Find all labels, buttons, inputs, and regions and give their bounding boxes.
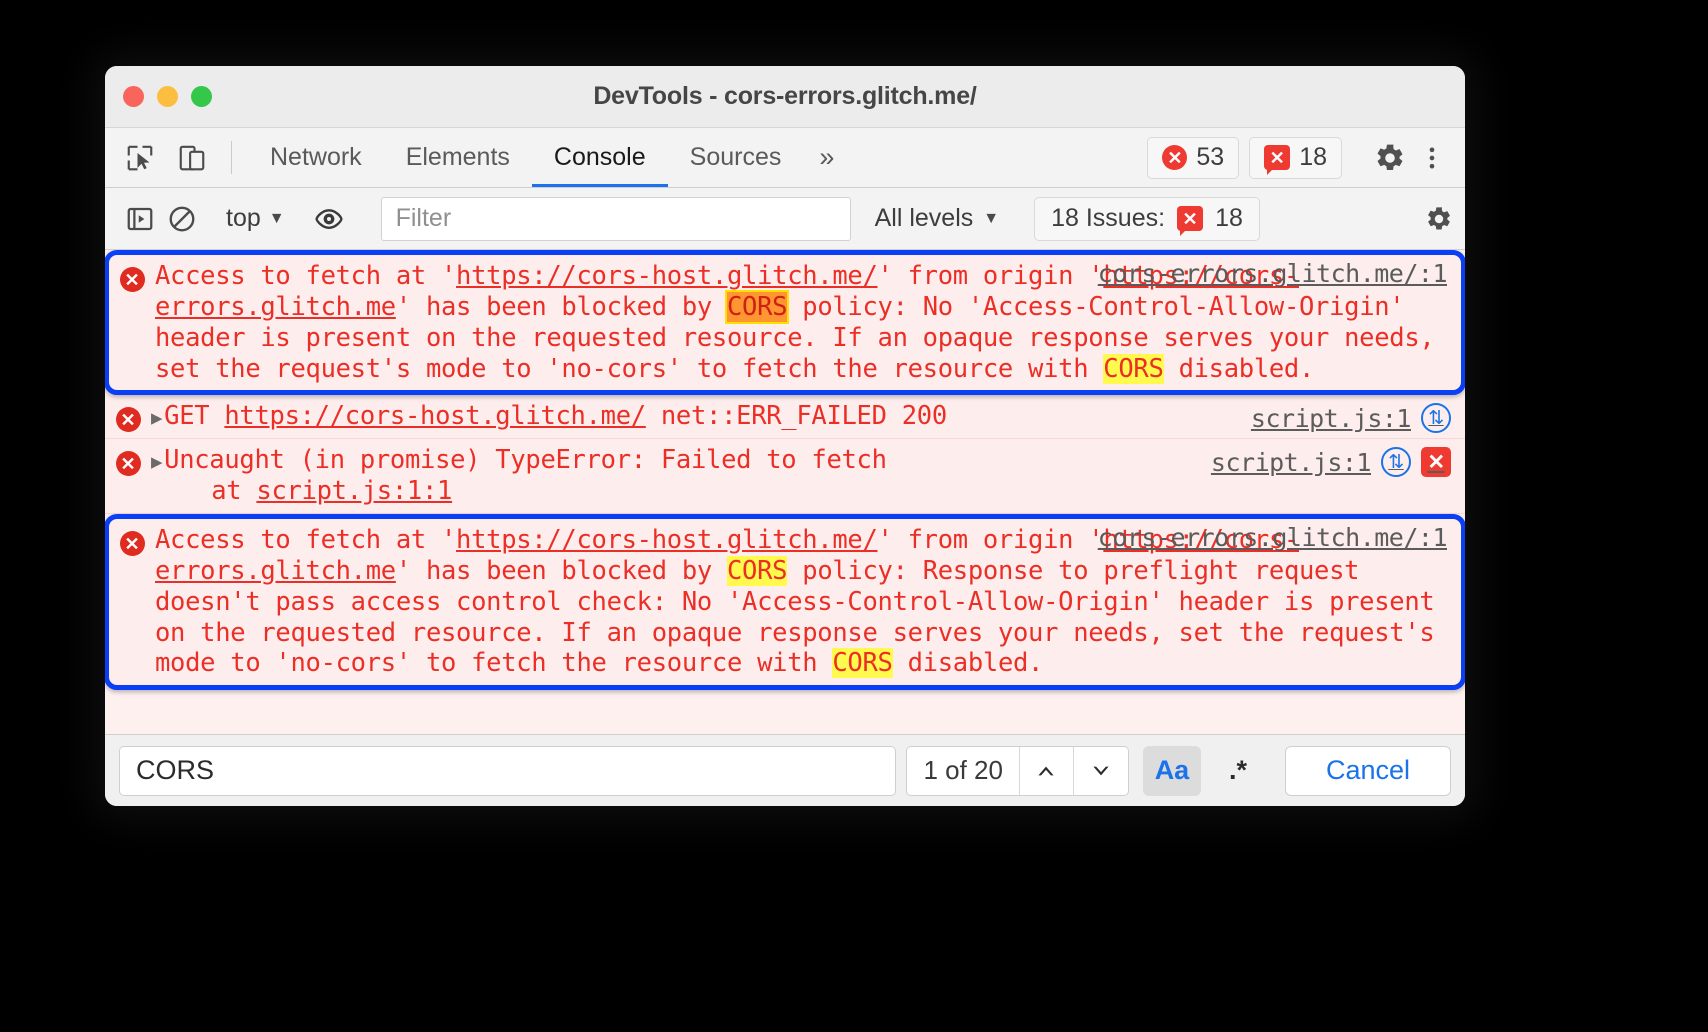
device-toolbar-icon[interactable] [171, 137, 213, 179]
message-text-segment: ' from origin ' [877, 525, 1104, 556]
message-text-segment: ' has been blocked by [395, 555, 727, 586]
console-search-bar: CORS 1 of 20 Aa .* Cancel [105, 734, 1465, 806]
screenshot-root: DevTools - cors-errors.glitch.me/ Networ… [0, 0, 1708, 1032]
search-input[interactable]: CORS [119, 745, 897, 796]
search-prev-button[interactable] [1020, 746, 1074, 795]
issues-count-badge[interactable]: ✕ 18 [1249, 136, 1342, 179]
clear-console-icon[interactable] [161, 198, 203, 240]
log-levels-label: All levels [874, 204, 974, 232]
traffic-lights [123, 86, 212, 107]
kebab-menu-icon[interactable] [1411, 137, 1453, 179]
tabbar-divider [231, 141, 232, 174]
console-message[interactable]: ✕ ▶GET https://cors-host.glitch.me/ net::… [105, 395, 1465, 440]
console-message-list[interactable]: ✕ Access to fetch at 'https://cors-host.g… [105, 250, 1465, 734]
console-message[interactable]: ✕ ▶Uncaught (in promise) TypeError: Faile… [105, 439, 1465, 515]
window-title: DevTools - cors-errors.glitch.me/ [593, 82, 977, 110]
panel-tabs: Network Elements Console Sources » [248, 128, 850, 187]
tabbar-tool-icons [119, 128, 223, 187]
issues-summary-label: 18 Issues: [1051, 204, 1166, 232]
console-toolbar: top ▼ Filter All levels ▼ 18 Issues: ✕ 1… [105, 188, 1465, 250]
message-source-location: script.js:1 ⇅ ✕ [1211, 447, 1451, 478]
chevron-down-icon: ▼ [983, 209, 1000, 227]
network-request-icon[interactable]: ⇅ [1381, 447, 1411, 478]
message-text-segment: Access to fetch at ' [155, 525, 457, 556]
tab-sources[interactable]: Sources [668, 128, 804, 187]
tabbar-right-group: ✕ 53 ✕ 18 [1147, 128, 1465, 187]
minimize-window-button[interactable] [157, 86, 178, 107]
execution-context-label: top [226, 204, 261, 232]
match-case-toggle[interactable]: Aa [1142, 745, 1201, 796]
devtools-window: DevTools - cors-errors.glitch.me/ Networ… [105, 66, 1465, 806]
issues-summary-count: 18 [1215, 204, 1243, 232]
tab-network[interactable]: Network [248, 128, 384, 187]
search-match-highlight: CORS [727, 555, 788, 586]
error-circle-icon: ✕ [1162, 145, 1188, 170]
error-icon: ✕ [105, 401, 151, 433]
filter-input[interactable]: Filter [380, 196, 851, 241]
console-message[interactable]: ✕ Access to fetch at 'https://cors-host.g… [105, 514, 1465, 691]
issue-square-icon: ✕ [1264, 145, 1291, 175]
regex-toggle[interactable]: .* [1209, 746, 1267, 796]
message-url-link[interactable]: https://cors-host.glitch.me/ [456, 261, 878, 291]
execution-context-selector[interactable]: top ▼ [220, 204, 291, 233]
source-link[interactable]: cors-errors.glitch.me/:1 [1098, 259, 1448, 288]
message-text-segment: ' has been blocked by [395, 291, 727, 322]
message-text-segment: disabled. [1163, 353, 1315, 384]
issues-summary-button[interactable]: 18 Issues: ✕ 18 [1034, 196, 1260, 241]
devtools-tabbar: Network Elements Console Sources » ✕ 53 … [105, 128, 1465, 188]
message-url-link[interactable]: script.js:1:1 [256, 476, 452, 506]
source-link[interactable]: script.js:1 [1211, 448, 1372, 477]
chevron-down-icon: ▼ [268, 209, 285, 227]
show-console-sidebar-icon[interactable] [119, 198, 161, 240]
message-text-segment: ' from origin ' [877, 261, 1104, 291]
tab-elements[interactable]: Elements [384, 128, 532, 187]
error-count-badge[interactable]: ✕ 53 [1147, 136, 1240, 179]
log-levels-selector[interactable]: All levels ▼ [865, 204, 1010, 233]
console-message[interactable]: ✕ Access to fetch at 'https://cors-host.g… [105, 250, 1465, 396]
error-count-label: 53 [1196, 143, 1225, 171]
search-match-controls: 1 of 20 [906, 745, 1129, 796]
search-match-highlight: CORS [832, 648, 893, 679]
issues-count-label: 18 [1299, 143, 1327, 171]
source-link[interactable]: script.js:1 [1251, 404, 1412, 433]
message-source-location: cors-errors.glitch.me/:1 [1098, 259, 1448, 288]
message-text-segment: Access to fetch at ' [155, 261, 457, 291]
search-next-button[interactable] [1074, 747, 1128, 795]
message-url-link[interactable]: https://cors-host.glitch.me/ [456, 525, 878, 555]
message-url-link[interactable]: https://cors-host.glitch.me/ [224, 401, 646, 431]
network-request-icon[interactable]: ⇅ [1421, 403, 1451, 434]
message-text-segment: disabled. [892, 648, 1044, 679]
cursor-select-icon[interactable] [119, 137, 161, 179]
issue-icon[interactable]: ✕ [1421, 447, 1451, 478]
search-match-highlight: CORS [1103, 353, 1164, 384]
more-tabs-chevron-icon[interactable]: » [803, 128, 850, 187]
gear-icon[interactable] [1411, 198, 1453, 240]
message-source-location: script.js:1 ⇅ [1251, 403, 1451, 434]
message-text-segment: net::ERR_FAILED 200 [645, 401, 947, 432]
search-match-highlight-active: CORS [724, 289, 790, 324]
window-titlebar: DevTools - cors-errors.glitch.me/ [105, 66, 1465, 128]
zoom-window-button[interactable] [191, 86, 212, 107]
message-source-location: cors-errors.glitch.me/:1 [1098, 523, 1448, 552]
error-icon: ✕ [109, 525, 155, 679]
issue-square-icon: ✕ [1177, 206, 1204, 236]
search-match-count: 1 of 20 [907, 746, 1020, 795]
cancel-button[interactable]: Cancel [1284, 745, 1451, 796]
error-icon: ✕ [109, 261, 155, 384]
close-window-button[interactable] [123, 86, 144, 107]
live-expression-icon[interactable] [308, 198, 350, 240]
source-link[interactable]: cors-errors.glitch.me/:1 [1098, 523, 1448, 552]
message-text-segment: GET [164, 401, 225, 432]
expand-arrow-icon[interactable]: ▶ [151, 451, 162, 474]
tab-console[interactable]: Console [531, 128, 668, 187]
expand-arrow-icon[interactable]: ▶ [151, 407, 162, 430]
error-icon: ✕ [105, 445, 151, 507]
gear-icon[interactable] [1369, 137, 1411, 179]
